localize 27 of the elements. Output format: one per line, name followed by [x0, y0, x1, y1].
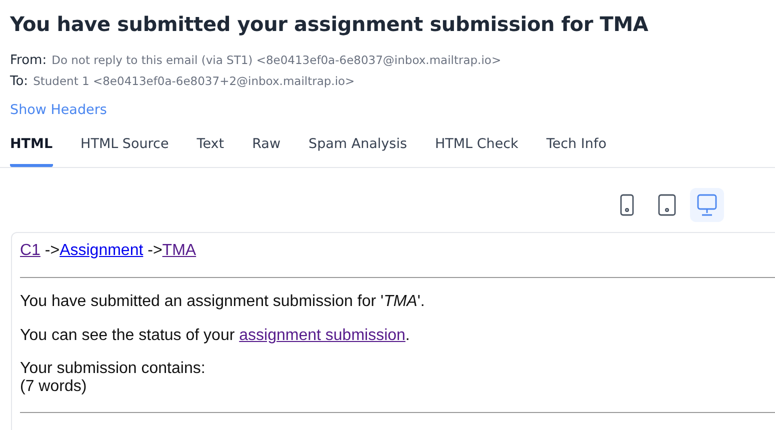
breadcrumb-link[interactable]: TMA	[162, 242, 196, 259]
phone-icon	[620, 194, 634, 216]
breadcrumb-separator: ->	[146, 242, 162, 259]
tab[interactable]: Spam Analysis	[308, 128, 407, 167]
tab[interactable]: HTML Source	[80, 128, 169, 167]
submission-info: (7 words)	[20, 378, 88, 396]
breadcrumb-link[interactable]: Assignment	[60, 242, 144, 259]
breadcrumb-link[interactable]: C1	[20, 242, 40, 259]
header-value: Do not reply to this email (via ST1) <8e0413ef0a-6e8037@inbox.mailtrap.io>	[52, 52, 502, 69]
email-subject: You have submitted your assignment submission for TMA	[10, 12, 650, 36]
breadcrumb-separator: ->	[44, 242, 60, 259]
header-label: To:	[10, 73, 28, 91]
tablet-icon	[658, 194, 676, 216]
tab[interactable]: Tech Info	[546, 128, 606, 167]
tab[interactable]: HTML	[10, 128, 53, 167]
monitor-icon	[697, 194, 717, 216]
status-text: You can see the status of your assignment submission.	[20, 326, 411, 346]
show-headers-link[interactable]: Show Headers	[10, 102, 107, 118]
header-value: Student 1 <8e0413ef0a-6e8037+2@inbox.mailtrap.io>	[33, 73, 355, 90]
tab[interactable]: Text	[196, 128, 224, 167]
desktop-view-button[interactable]	[690, 188, 724, 222]
tab[interactable]: HTML Check	[434, 128, 518, 167]
submission-link[interactable]: assignment submission	[239, 327, 406, 344]
intro-text: You have submitted an assignment submission for 'TMA'.	[20, 292, 426, 312]
submission-info: Your submission contains:	[20, 360, 206, 378]
tab[interactable]: Raw	[252, 128, 280, 167]
header-label: From:	[10, 52, 47, 70]
